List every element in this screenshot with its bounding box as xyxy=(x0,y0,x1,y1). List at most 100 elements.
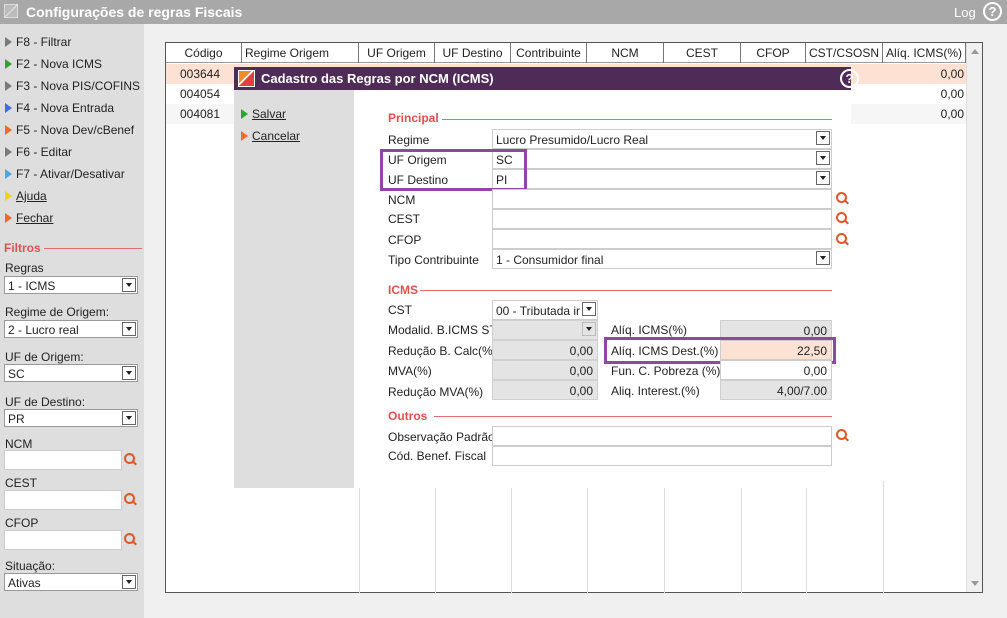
search-icon[interactable] xyxy=(836,429,850,443)
uf-destino-select[interactable]: PR xyxy=(4,409,138,427)
cest-input[interactable] xyxy=(4,490,122,510)
search-icon[interactable] xyxy=(836,233,850,247)
scroll-up-icon[interactable] xyxy=(971,49,979,54)
chevron-down-icon[interactable] xyxy=(816,171,830,185)
reducao-label: Redução B. Calc(%) xyxy=(388,344,497,358)
regime-label: Regime xyxy=(388,133,430,147)
section-divider xyxy=(434,416,832,417)
arrow-icon xyxy=(5,59,12,69)
search-icon[interactable] xyxy=(124,533,138,547)
search-icon[interactable] xyxy=(836,192,850,206)
column-divider xyxy=(883,481,884,593)
fun-pobreza-field[interactable]: 0,00 xyxy=(720,360,832,380)
chevron-down-icon[interactable] xyxy=(122,411,136,425)
window-title: Configurações de regras Fiscais xyxy=(26,4,243,20)
chevron-down-icon[interactable] xyxy=(816,151,830,165)
search-icon[interactable] xyxy=(124,453,138,467)
col-ncm[interactable]: NCM xyxy=(587,43,664,63)
chevron-down-icon[interactable] xyxy=(582,302,596,316)
situacao-select[interactable]: Ativas xyxy=(4,573,138,591)
cancelar-button[interactable]: Cancelar xyxy=(241,129,300,143)
reducao-field[interactable]: 0,00 xyxy=(492,340,598,360)
log-link[interactable]: Log xyxy=(954,5,976,20)
tipo-contribuinte-select[interactable]: 1 - Consumidor final xyxy=(492,249,832,269)
arrow-icon xyxy=(241,131,248,141)
reducao-mva-label: Redução MVA(%) xyxy=(388,385,484,399)
vertical-scrollbar[interactable] xyxy=(966,43,982,592)
cod-benef-label: Cód. Benef. Fiscal xyxy=(388,449,487,463)
dialog-help-icon[interactable]: ? xyxy=(840,69,859,88)
reducao-mva-field[interactable]: 0,00 xyxy=(492,380,598,400)
cfop-label: CFOP xyxy=(388,233,422,247)
observacao-input[interactable] xyxy=(492,426,832,446)
regime-origem-label: Regime de Origem: xyxy=(5,305,110,319)
help-icon[interactable]: ? xyxy=(983,2,1002,21)
chevron-down-icon[interactable] xyxy=(122,575,136,589)
uf-origem-label: UF de Origem: xyxy=(5,350,84,364)
shortcut-fechar[interactable]: Fechar xyxy=(5,209,53,227)
tipo-contribuinte-label: Tipo Contribuinte xyxy=(388,253,479,267)
shortcut-nova-entrada[interactable]: F4 - Nova Entrada xyxy=(5,99,114,117)
arrow-icon xyxy=(5,103,12,113)
cfop-input[interactable] xyxy=(4,530,122,550)
uf-origem-select[interactable]: SC xyxy=(4,364,138,382)
mva-field[interactable]: 0,00 xyxy=(492,360,598,380)
shortcut-ajuda[interactable]: Ajuda xyxy=(5,187,47,205)
ncm-label: NCM xyxy=(388,193,416,207)
section-divider xyxy=(420,290,832,291)
salvar-button[interactable]: Salvar xyxy=(241,107,286,121)
chevron-down-icon[interactable] xyxy=(816,251,830,265)
search-icon[interactable] xyxy=(836,212,850,226)
col-contribuinte[interactable]: Contribuinte xyxy=(511,43,587,63)
uf-highlight-box xyxy=(380,149,527,191)
chevron-down-icon[interactable] xyxy=(582,322,596,336)
ncm-input[interactable] xyxy=(4,450,122,470)
scroll-down-icon[interactable] xyxy=(971,581,979,586)
shortcut-ativar-desativar[interactable]: F7 - Ativar/Desativar xyxy=(5,165,125,183)
aliq-interest-label: Aliq. Interest.(%) xyxy=(611,384,700,398)
sidebar: F8 - Filtrar F2 - Nova ICMS F3 - Nova PI… xyxy=(0,24,144,618)
shortcut-filtrar[interactable]: F8 - Filtrar xyxy=(5,33,71,51)
chevron-down-icon[interactable] xyxy=(122,322,136,336)
col-cest[interactable]: CEST xyxy=(664,43,741,63)
icms-rule-dialog: Cadastro das Regras por NCM (ICMS) Salva… xyxy=(234,67,851,488)
window-titlebar: Configurações de regras Fiscais Log ? xyxy=(0,0,1007,24)
regime-origem-select[interactable]: 2 - Lucro real xyxy=(4,320,138,338)
modalid-select[interactable] xyxy=(492,320,598,340)
mva-label: MVA(%) xyxy=(388,364,432,378)
col-uf-destino[interactable]: UF Destino xyxy=(435,43,511,63)
shortcut-nova-pis-cofins[interactable]: F3 - Nova PIS/COFINS xyxy=(5,77,140,95)
cfop-label: CFOP xyxy=(5,516,39,530)
chevron-down-icon[interactable] xyxy=(816,131,830,145)
col-aliq-icms[interactable]: Alíq. ICMS(%) xyxy=(883,43,966,63)
ncm-input[interactable] xyxy=(492,189,832,209)
principal-section-title: Principal xyxy=(388,111,439,125)
col-cfop[interactable]: CFOP xyxy=(741,43,806,63)
cest-input[interactable] xyxy=(492,209,832,229)
cst-select[interactable]: 00 - Tributada ir xyxy=(492,300,598,320)
chevron-down-icon[interactable] xyxy=(122,366,136,380)
uf-origem-select[interactable]: SC xyxy=(492,149,832,169)
fun-pobreza-label: Fun. C. Pobreza (%) xyxy=(611,364,721,378)
cfop-input[interactable] xyxy=(492,229,832,249)
col-codigo[interactable]: Código xyxy=(166,43,242,63)
observacao-label: Observação Padrão xyxy=(388,430,495,444)
col-cst-csosn[interactable]: CST/CSOSN xyxy=(806,43,883,63)
regras-label: Regras xyxy=(5,261,44,275)
shortcut-nova-dev-cbenef[interactable]: F5 - Nova Dev/cBenef xyxy=(5,121,134,139)
uf-destino-select[interactable]: PI xyxy=(492,169,832,189)
shortcut-editar[interactable]: F6 - Editar xyxy=(5,143,72,161)
col-regime-origem[interactable]: Regime Origem xyxy=(242,43,359,63)
ncm-label: NCM xyxy=(5,437,33,451)
col-uf-origem[interactable]: UF Origem xyxy=(359,43,435,63)
cod-benef-input[interactable] xyxy=(492,446,832,466)
dialog-actions: Salvar Cancelar xyxy=(234,90,354,488)
chevron-down-icon[interactable] xyxy=(122,278,136,292)
search-icon[interactable] xyxy=(124,493,138,507)
section-divider xyxy=(44,248,142,249)
aliq-interest-field[interactable]: 4,00/7.00 xyxy=(720,380,832,400)
regras-select[interactable]: 1 - ICMS xyxy=(4,276,138,294)
regime-select[interactable]: Lucro Presumido/Lucro Real xyxy=(492,129,832,149)
shortcut-nova-icms[interactable]: F2 - Nova ICMS xyxy=(5,55,102,73)
dialog-title: Cadastro das Regras por NCM (ICMS) xyxy=(261,71,494,86)
